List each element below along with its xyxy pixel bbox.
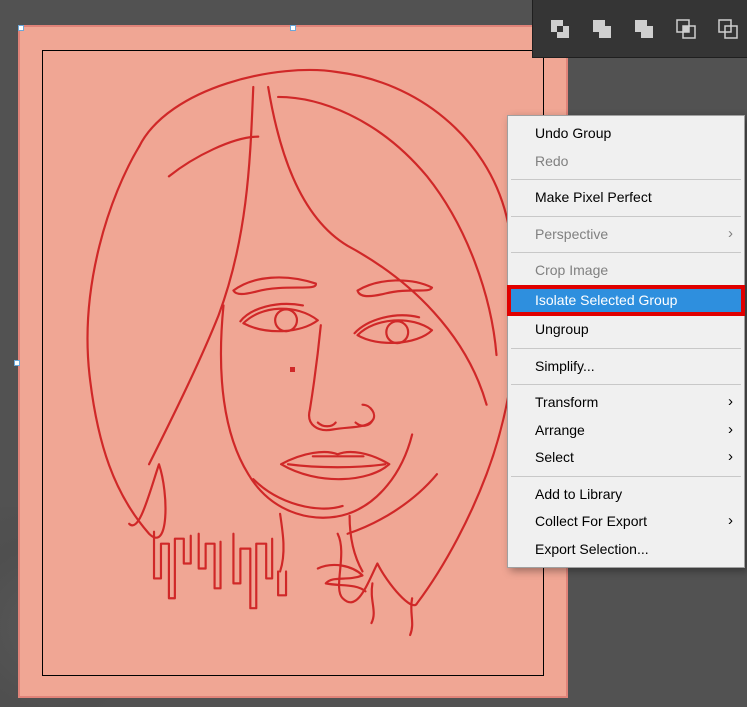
selection-center-point bbox=[290, 367, 295, 372]
menu-export-selection[interactable]: Export Selection... bbox=[509, 536, 743, 564]
menu-collect-for-export[interactable]: Collect For Export bbox=[509, 508, 743, 536]
selection-handle-top-mid[interactable] bbox=[290, 25, 296, 31]
pathfinder-trim-button[interactable] bbox=[591, 18, 613, 40]
menu-ungroup[interactable]: Ungroup bbox=[509, 316, 743, 344]
menu-make-pixel-perfect[interactable]: Make Pixel Perfect bbox=[509, 184, 743, 212]
menu-separator bbox=[511, 252, 741, 253]
menu-separator bbox=[511, 348, 741, 349]
menu-crop-image: Crop Image bbox=[509, 257, 743, 285]
menu-isolate-selected-group[interactable]: Isolate Selected Group bbox=[509, 287, 743, 315]
menu-separator bbox=[511, 216, 741, 217]
menu-perspective: Perspective bbox=[509, 221, 743, 249]
context-menu: Undo Group Redo Make Pixel Perfect Persp… bbox=[507, 115, 745, 568]
artwork-line-illustration[interactable] bbox=[20, 27, 566, 696]
menu-separator bbox=[511, 384, 741, 385]
menu-transform[interactable]: Transform bbox=[509, 389, 743, 417]
menu-simplify[interactable]: Simplify... bbox=[509, 353, 743, 381]
menu-add-to-library[interactable]: Add to Library bbox=[509, 481, 743, 509]
menu-arrange[interactable]: Arrange bbox=[509, 417, 743, 445]
menu-undo-group[interactable]: Undo Group bbox=[509, 120, 743, 148]
artboard-selection[interactable] bbox=[18, 25, 568, 698]
selection-handle-mid-left[interactable] bbox=[14, 360, 20, 366]
menu-separator bbox=[511, 179, 741, 180]
pathfinder-label: Pathfinders: bbox=[541, 0, 605, 2]
pathfinder-divide-button[interactable] bbox=[549, 18, 571, 40]
menu-redo: Redo bbox=[509, 148, 743, 176]
pathfinder-outline-button[interactable] bbox=[717, 18, 739, 40]
pathfinder-panel: Pathfinders: bbox=[532, 0, 747, 58]
selection-handle-top-left[interactable] bbox=[18, 25, 24, 31]
menu-select[interactable]: Select bbox=[509, 444, 743, 472]
pathfinder-merge-button[interactable] bbox=[633, 18, 655, 40]
menu-separator bbox=[511, 476, 741, 477]
pathfinder-crop-button[interactable] bbox=[675, 18, 697, 40]
